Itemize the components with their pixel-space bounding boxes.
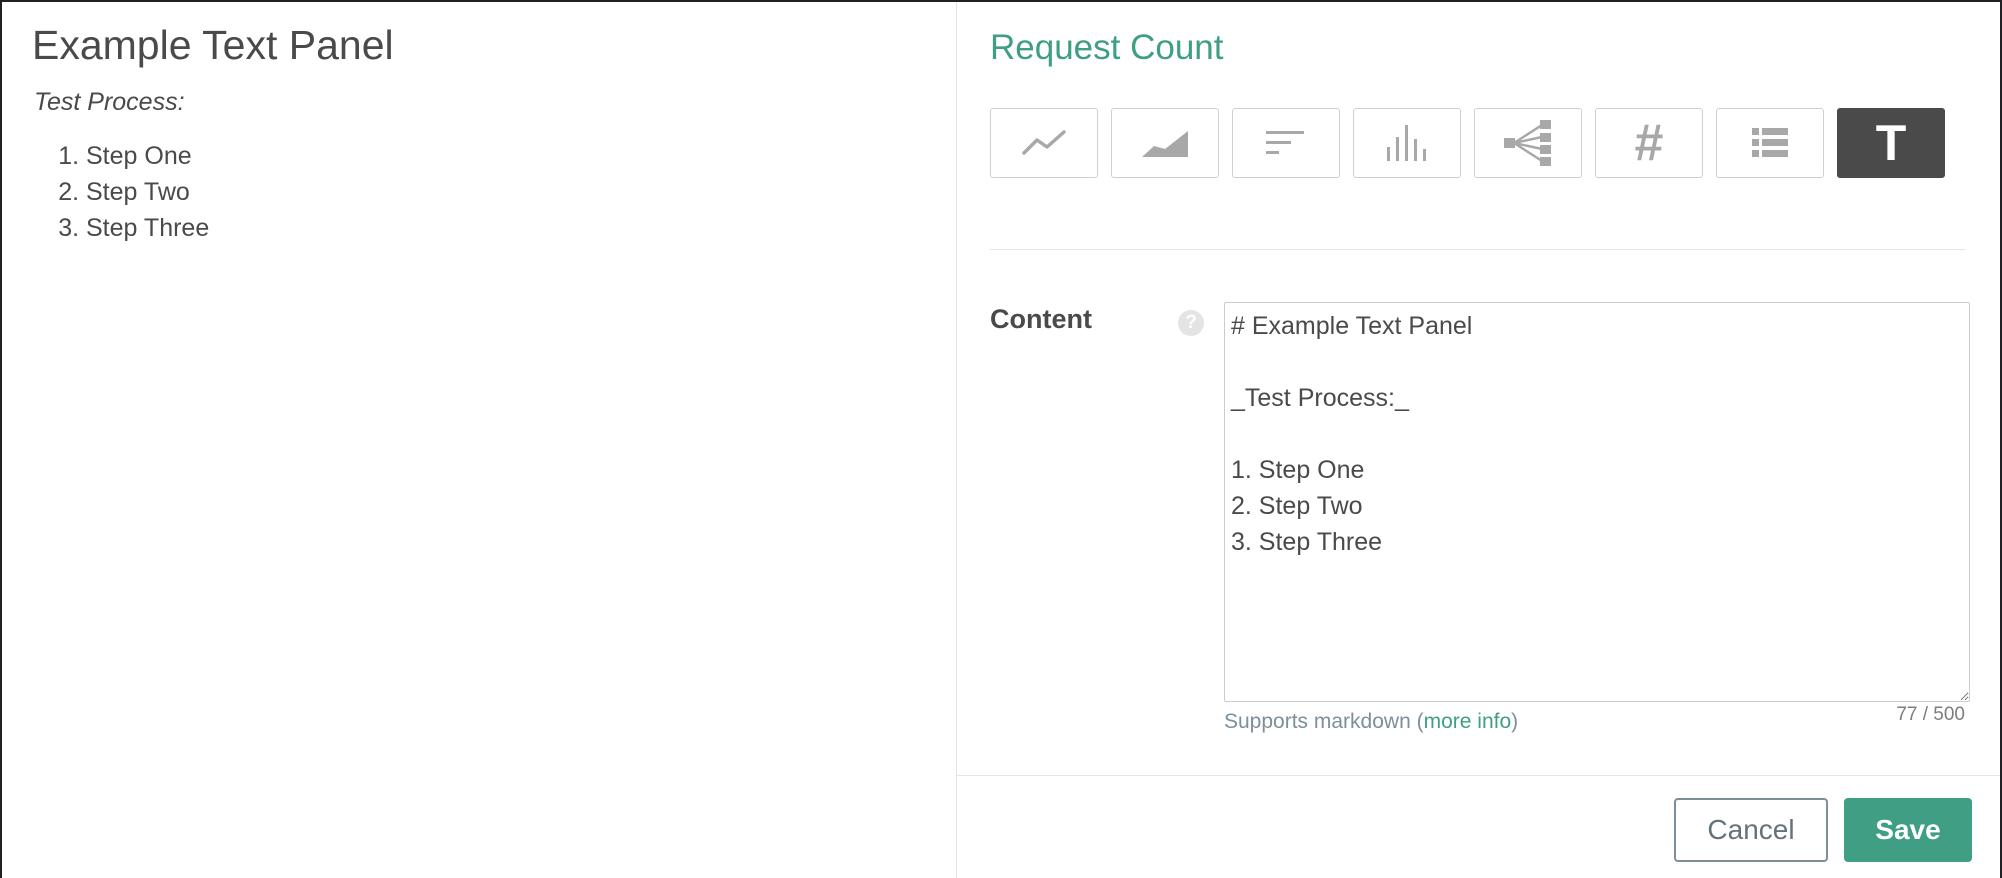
- visualization-type-selector: # T: [990, 108, 1945, 178]
- area-chart-type-button[interactable]: [1111, 108, 1219, 178]
- text-icon: T: [1875, 115, 1907, 171]
- number-icon: #: [1634, 114, 1664, 172]
- markdown-hint-suffix: ): [1511, 710, 1519, 733]
- more-info-link[interactable]: more info: [1424, 710, 1512, 733]
- modal-footer: Cancel Save: [957, 775, 2000, 878]
- markdown-hint-prefix: Supports markdown (: [1224, 710, 1424, 733]
- list-item: Step One: [86, 138, 209, 174]
- line-chart-type-button[interactable]: [990, 108, 1098, 178]
- preview-steps-list: Step One Step Two Step Three: [34, 138, 209, 246]
- markdown-hint: Supports markdown (more info): [1224, 710, 1518, 734]
- number-type-button[interactable]: #: [1595, 108, 1703, 178]
- histogram-icon: [1387, 125, 1426, 161]
- content-label: Content: [990, 304, 1092, 334]
- top-list-icon: [1266, 131, 1304, 154]
- list-item: Step Three: [86, 210, 209, 246]
- character-count: 77 / 500: [1896, 704, 1965, 725]
- save-button[interactable]: Save: [1844, 798, 1972, 862]
- area-chart-icon: [1142, 131, 1188, 157]
- top-list-type-button[interactable]: [1232, 108, 1340, 178]
- table-icon: [1752, 128, 1788, 157]
- section-divider: [990, 249, 1965, 250]
- panel-title: Request Count: [990, 28, 1224, 67]
- list-item: Step Two: [86, 174, 209, 210]
- help-icon[interactable]: ?: [1178, 310, 1204, 336]
- topology-type-button[interactable]: [1474, 108, 1582, 178]
- text-type-button[interactable]: T: [1837, 108, 1945, 178]
- preview-title: Example Text Panel: [32, 22, 394, 68]
- content-textarea[interactable]: # Example Text Panel _Test Process:_ 1. …: [1224, 302, 1970, 702]
- edit-panel-modal: Example Text Panel Test Process: Step On…: [2, 2, 2000, 878]
- line-chart-icon: [1022, 130, 1066, 155]
- table-type-button[interactable]: [1716, 108, 1824, 178]
- cancel-button[interactable]: Cancel: [1674, 798, 1828, 862]
- histogram-type-button[interactable]: [1353, 108, 1461, 178]
- text-panel-preview: Example Text Panel Test Process: Step On…: [2, 2, 957, 878]
- panel-editor: Request Count # T Content ? # Example Te…: [957, 2, 2000, 878]
- preview-subtitle: Test Process:: [34, 88, 185, 116]
- topology-icon: [1504, 120, 1551, 166]
